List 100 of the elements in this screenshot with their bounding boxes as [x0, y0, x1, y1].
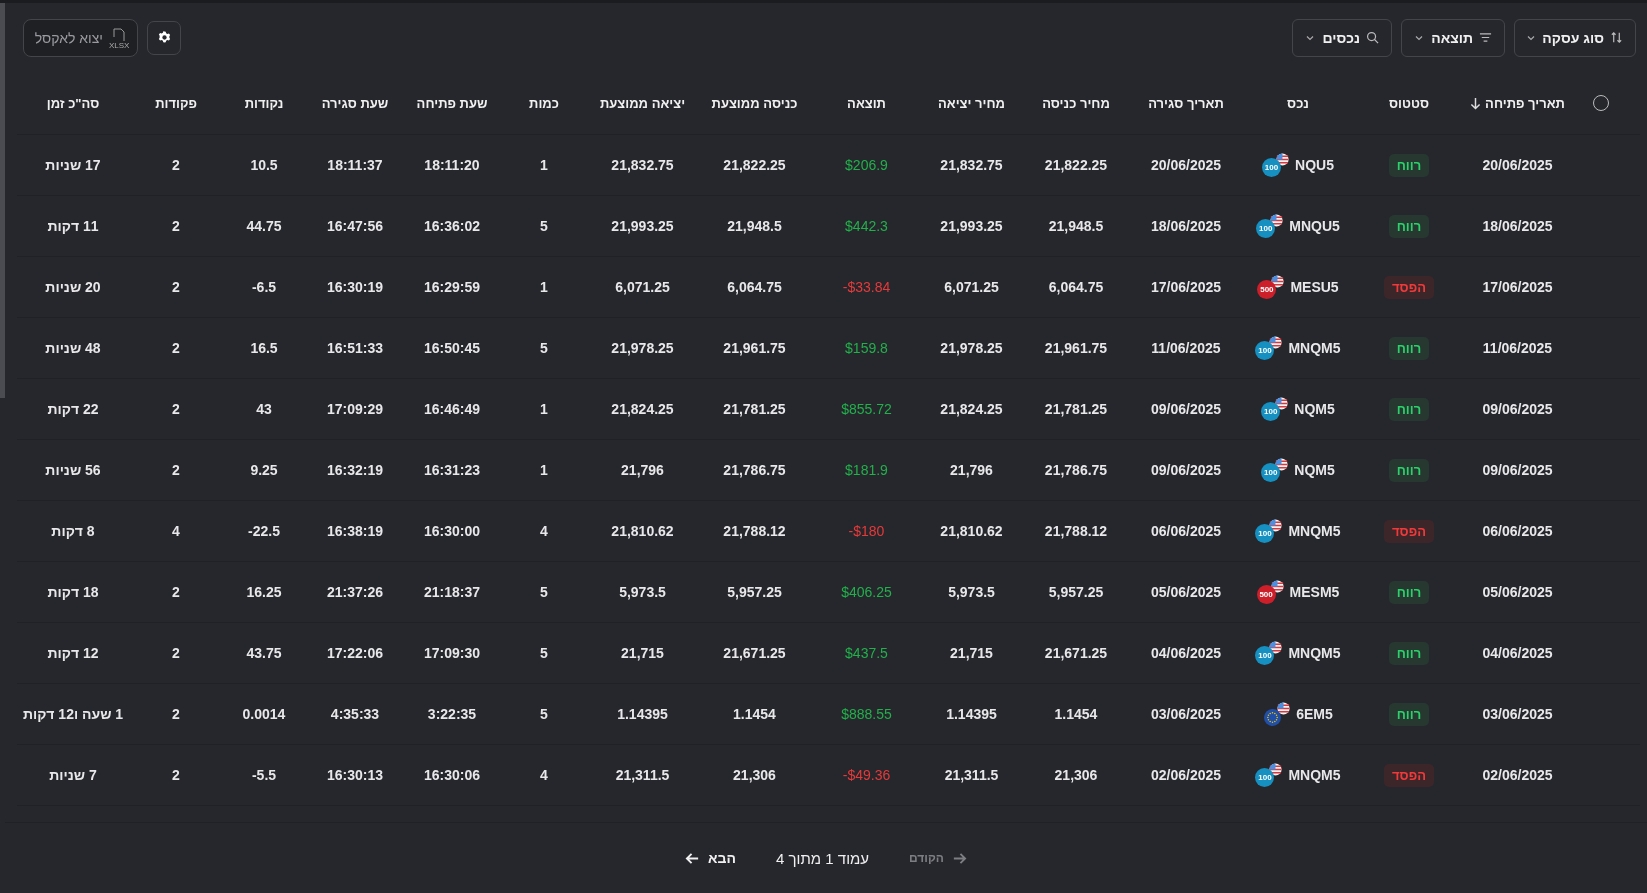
asset-symbol: MNQM5 [1288, 340, 1341, 356]
table-cell: 2 [172, 584, 180, 600]
column-header[interactable]: כניסה ממוצעת [711, 95, 798, 111]
next-page-button[interactable]: הבא [681, 846, 741, 870]
filter-dropdown[interactable]: תוצאה [1401, 18, 1505, 57]
asset-symbol: NQM5 [1294, 462, 1335, 478]
table-cell: 16.5 [250, 340, 278, 356]
table-cell: 21,786.75 [723, 462, 786, 478]
table-cell: 1 שעה ו12 דקות [22, 706, 124, 722]
table-cell: 2 [172, 340, 180, 356]
table-cell: 1.14395 [617, 706, 668, 722]
table-cell: 5 [540, 584, 548, 600]
table-cell: 21,822.25 [1044, 157, 1108, 173]
table-cell: 3:22:35 [427, 706, 477, 722]
table-cell: 17/06/2025 [1482, 279, 1553, 295]
table-cell: -$33.84 [842, 279, 891, 295]
table-cell: 5 [540, 706, 548, 722]
table-cell: 21,993.25 [611, 218, 674, 234]
status-tag: הפסד [1384, 763, 1434, 787]
table-cell: 21,824.25 [611, 401, 674, 417]
table-cell: 17/06/2025 [1150, 279, 1222, 295]
column-header[interactable]: נכס [1287, 95, 1309, 111]
table-cell: 16:36:02 [423, 218, 480, 234]
table-cell: 6,071.25 [944, 279, 999, 295]
table-cell: 2 [172, 157, 180, 173]
table-cell: 5 [540, 218, 548, 234]
table-cell: $442.3 [845, 218, 888, 234]
column-header[interactable]: פקודות [155, 95, 197, 111]
table-cell: 12 דקות [47, 645, 99, 661]
table-cell: 5,957.25 [727, 584, 782, 600]
column-header[interactable]: נקודות [244, 95, 284, 111]
table-cell: 4:35:33 [330, 706, 380, 722]
table-cell: 05/06/2025 [1482, 584, 1553, 600]
table-cell: 20/06/2025 [1150, 157, 1222, 173]
column-header[interactable]: שעת פתיחה [416, 95, 488, 111]
table-cell: 16:30:00 [423, 523, 480, 539]
status-tag: רווח [1388, 641, 1430, 665]
status-tag: רווח [1388, 336, 1430, 360]
table-cell: 4 [540, 523, 548, 539]
table-cell: $437.5 [845, 645, 888, 661]
table-cell: 18/06/2025 [1150, 218, 1222, 234]
column-header[interactable]: כמות [529, 95, 559, 111]
asset-badge: 100 [1261, 402, 1281, 421]
table-cell: 43.75 [246, 645, 282, 661]
table-cell: 5,957.25 [1048, 584, 1104, 600]
column-header[interactable]: שעת סגירה [321, 95, 389, 111]
table-cell: 21:18:37 [423, 584, 480, 600]
asset-badge: 100 [1256, 219, 1276, 238]
column-header[interactable]: תוצאה [847, 95, 886, 111]
table-cell: 43 [256, 401, 272, 417]
asset-symbol: MESU5 [1290, 279, 1339, 295]
table-cell: 21,788.12 [723, 523, 786, 539]
table-cell: 21,810.62 [940, 523, 1003, 539]
table-cell: 03/06/2025 [1150, 706, 1222, 722]
table-cell: 18:11:37 [327, 157, 383, 173]
column-header[interactable]: סטטוס [1389, 95, 1429, 111]
flag-icon [1277, 702, 1291, 715]
table-cell: 10.5 [250, 157, 278, 173]
table-cell: 09/06/2025 [1482, 462, 1553, 478]
table-cell: 21,306 [733, 767, 776, 783]
column-header[interactable]: יציאה ממוצעת [599, 95, 686, 111]
settings-button[interactable] [147, 20, 181, 55]
table-cell: 2 [172, 645, 180, 661]
column-header[interactable]: תאריך פתיחה [1470, 95, 1565, 111]
table-cell: 06/06/2025 [1482, 523, 1553, 539]
scrollbar[interactable] [0, 3, 5, 398]
asset-symbol: MNQM5 [1288, 645, 1341, 661]
column-header[interactable]: מחיר כניסה [1042, 95, 1110, 111]
table-cell: 09/06/2025 [1482, 401, 1553, 417]
table-cell: 1 [540, 401, 548, 417]
table-cell: 11/06/2025 [1151, 340, 1221, 356]
status-tag: רווח [1388, 702, 1430, 726]
table-cell: 6,071.25 [615, 279, 670, 295]
filter-dropdown[interactable]: סוג עסקה [1514, 18, 1636, 57]
column-header[interactable]: סה"כ זמן [46, 95, 100, 111]
table-cell: 21,978.25 [940, 340, 1003, 356]
table-cell: 1.14395 [946, 706, 997, 722]
asset-symbol: MNQM5 [1288, 767, 1341, 783]
table-cell: 21:37:26 [326, 584, 383, 600]
asset-symbol: 6EM5 [1296, 706, 1333, 722]
table-cell: 6,064.75 [727, 279, 782, 295]
column-header[interactable]: תאריך סגירה [1148, 95, 1224, 111]
table-cell: 1 [540, 157, 548, 173]
table-cell: 21,948.5 [1048, 218, 1104, 234]
table-cell: 48 שניות [45, 340, 101, 356]
table-cell: 22 דקות [47, 401, 99, 417]
table-cell: 5 [540, 645, 548, 661]
table-cell: 11/06/2025 [1482, 340, 1553, 356]
column-header[interactable]: מחיר יציאה [938, 95, 1005, 111]
table-cell: $888.55 [841, 706, 892, 722]
table-cell: 02/06/2025 [1150, 767, 1222, 783]
table-cell: 16.25 [246, 584, 282, 600]
table-cell: 16:30:06 [423, 767, 480, 783]
status-tag: רווח [1388, 214, 1430, 238]
table-cell: 09/06/2025 [1150, 401, 1222, 417]
table-cell: 1 [540, 279, 548, 295]
status-tag: הפסד [1384, 519, 1434, 543]
table-cell: 21,671.25 [723, 645, 786, 661]
filter-dropdown[interactable]: נכסים [1292, 18, 1392, 57]
table-cell: 56 שניות [45, 462, 101, 478]
